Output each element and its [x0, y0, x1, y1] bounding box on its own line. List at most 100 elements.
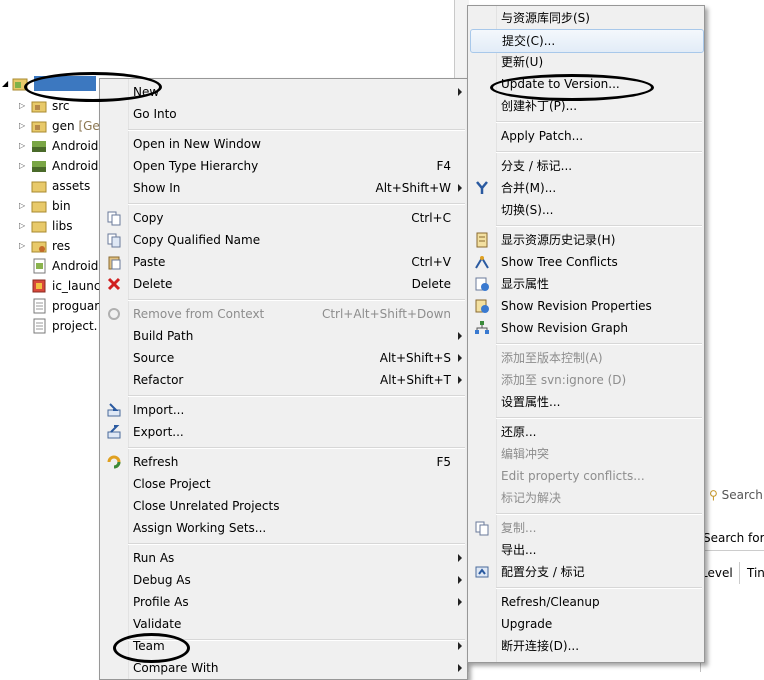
delete-icon: [106, 276, 122, 292]
menu-item-label: Source: [133, 351, 175, 365]
tree-item-label: res: [52, 239, 71, 253]
source-folder-icon: [31, 101, 47, 113]
team-menu-item-u[interactable]: 更新(U): [470, 51, 702, 73]
menu-item-shortcut: Ctrl+C: [411, 211, 451, 225]
tree-item-ic-launcher[interactable]: ic_launc: [0, 276, 100, 296]
menu-separator: [128, 129, 465, 131]
tree-item-label: Android: [52, 259, 99, 273]
expand-arrow-icon[interactable]: ▷: [19, 216, 27, 236]
collapse-arrow-icon[interactable]: ◢: [2, 79, 8, 88]
menu-item-label: Delete: [133, 277, 173, 291]
merge-icon: [474, 180, 490, 196]
menu-item-import[interactable]: Import...: [102, 399, 465, 421]
menu-item-label: 提交(C)...: [502, 34, 556, 48]
menu-item-label: Open Type Hierarchy: [133, 159, 259, 173]
text-file-icon: [33, 318, 46, 334]
menu-item-export[interactable]: Export...: [102, 421, 465, 443]
menu-item-refactor[interactable]: Refactor Alt+Shift+T: [102, 369, 465, 391]
menu-item-label: 标记为解决: [501, 491, 562, 505]
menu-item-source[interactable]: Source Alt+Shift+S: [102, 347, 465, 369]
team-menu-item-s[interactable]: 与资源库同步(S): [470, 7, 702, 29]
expand-arrow-icon[interactable]: ▷: [19, 136, 27, 156]
expand-arrow-icon[interactable]: ▷: [19, 196, 27, 216]
menu-item-validate[interactable]: Validate: [102, 613, 465, 635]
menu-item-delete[interactable]: Delete Delete: [102, 273, 465, 295]
team-menu-item-item[interactable]: 设置属性...: [470, 391, 702, 413]
team-menu-item-apply-patch[interactable]: Apply Patch...: [470, 125, 702, 147]
menu-item-run-as[interactable]: Run As: [102, 547, 465, 569]
menu-item-label: Build Path: [133, 329, 194, 343]
column-header-time[interactable]: Tin: [747, 566, 764, 580]
image-file-icon: [32, 279, 46, 293]
team-menu-item-d[interactable]: 断开连接(D)...: [470, 635, 702, 657]
menu-item-profile-as[interactable]: Profile As: [102, 591, 465, 613]
menu-item-label: 配置分支 / 标记: [501, 565, 585, 579]
revision-properties-icon: [474, 298, 490, 314]
tree-item-android-dep[interactable]: ▷ Android: [0, 156, 100, 176]
team-menu-item-c[interactable]: 提交(C)...: [470, 29, 704, 53]
expand-arrow-icon[interactable]: ▷: [19, 116, 27, 136]
team-menu-item-item[interactable]: 配置分支 / 标记: [470, 561, 702, 583]
menu-item-open-in-new-window[interactable]: Open in New Window: [102, 133, 465, 155]
submenu-arrow-icon: [458, 354, 462, 362]
tree-item-android-lib[interactable]: ▷ Android: [0, 136, 100, 156]
team-menu-item-item: 复制...: [470, 517, 702, 539]
menu-item-refresh[interactable]: Refresh F5: [102, 451, 465, 473]
menu-item-go-into[interactable]: Go Into: [102, 103, 465, 125]
paste-icon: [106, 254, 122, 270]
tree-item-bin[interactable]: ▷ bin: [0, 196, 100, 216]
team-menu-item-item[interactable]: 分支 / 标记...: [470, 155, 702, 177]
menu-item-assign-working-sets[interactable]: Assign Working Sets...: [102, 517, 465, 539]
expand-arrow-icon[interactable]: ▷: [19, 156, 27, 176]
team-menu-item-item: 标记为解决: [470, 487, 702, 509]
team-menu-item-m[interactable]: 合并(M)...: [470, 177, 702, 199]
search-field-underline: [701, 550, 764, 551]
tree-item-res[interactable]: ▷ res: [0, 236, 100, 256]
menu-item-label: Show Tree Conflicts: [501, 255, 618, 269]
team-menu-item-item[interactable]: 导出...: [470, 539, 702, 561]
menu-item-debug-as[interactable]: Debug As: [102, 569, 465, 591]
tree-item-proguard[interactable]: proguar: [0, 296, 100, 316]
menu-item-label: 显示属性: [501, 277, 550, 291]
menu-item-close-project[interactable]: Close Project: [102, 473, 465, 495]
team-menu-item-upgrade[interactable]: Upgrade: [470, 613, 702, 635]
tree-item-android-manifest[interactable]: Android: [0, 256, 100, 276]
expand-arrow-icon[interactable]: ▷: [19, 96, 27, 116]
team-menu-item-h[interactable]: 显示资源历史记录(H): [470, 229, 702, 251]
menu-item-close-unrelated-projects[interactable]: Close Unrelated Projects: [102, 495, 465, 517]
revision-graph-icon: [474, 320, 490, 336]
menu-separator: [496, 587, 702, 589]
tree-item-project-properties[interactable]: project.: [0, 316, 100, 336]
annotation-ellipse-team: [113, 633, 190, 663]
column-header-level[interactable]: Level: [701, 566, 733, 580]
menu-item-label: Upgrade: [501, 617, 553, 631]
tree-item-libs[interactable]: ▷ libs: [0, 216, 100, 236]
team-menu-item-item[interactable]: 还原...: [470, 421, 702, 443]
expand-arrow-icon[interactable]: ▷: [19, 236, 27, 256]
team-menu-item-item[interactable]: 显示属性: [470, 273, 702, 295]
menu-item-label: Validate: [133, 617, 182, 631]
team-menu-item-show-revision-graph[interactable]: Show Revision Graph: [470, 317, 702, 339]
menu-item-open-type-hierarchy[interactable]: Open Type Hierarchy F4: [102, 155, 465, 177]
team-menu-item-show-revision-properties[interactable]: Show Revision Properties: [470, 295, 702, 317]
team-menu-item-s[interactable]: 切换(S)...: [470, 199, 702, 221]
menu-item-label: Assign Working Sets...: [133, 521, 267, 535]
search-panel: ⚲ Search Search for Level Tin: [700, 476, 764, 672]
submenu-arrow-icon: [458, 184, 462, 192]
search-tab[interactable]: ⚲ Search: [709, 488, 763, 506]
menu-item-copy-qualified-name[interactable]: Copy Qualified Name: [102, 229, 465, 251]
team-menu-item-a: 添加至版本控制(A): [470, 347, 702, 369]
menu-item-show-in[interactable]: Show In Alt+Shift+W: [102, 177, 465, 199]
menu-item-build-path[interactable]: Build Path: [102, 325, 465, 347]
menu-item-label: Show Revision Graph: [501, 321, 628, 335]
submenu-arrow-icon: [458, 376, 462, 384]
team-menu-item-refresh-cleanup[interactable]: Refresh/Cleanup: [470, 591, 702, 613]
menu-item-remove-from-context: Remove from Context Ctrl+Alt+Shift+Down: [102, 303, 465, 325]
team-menu-item-show-tree-conflicts[interactable]: Show Tree Conflicts: [470, 251, 702, 273]
tree-item-assets[interactable]: assets: [0, 176, 100, 196]
menu-item-paste[interactable]: Paste Ctrl+V: [102, 251, 465, 273]
copy-qualified-icon: [106, 232, 122, 248]
tree-item-gen[interactable]: ▷ gen [Ge: [0, 116, 100, 136]
team-submenu: 与资源库同步(S) 提交(C)... 更新(U) Update to Version.…: [467, 5, 705, 663]
menu-item-copy[interactable]: Copy Ctrl+C: [102, 207, 465, 229]
